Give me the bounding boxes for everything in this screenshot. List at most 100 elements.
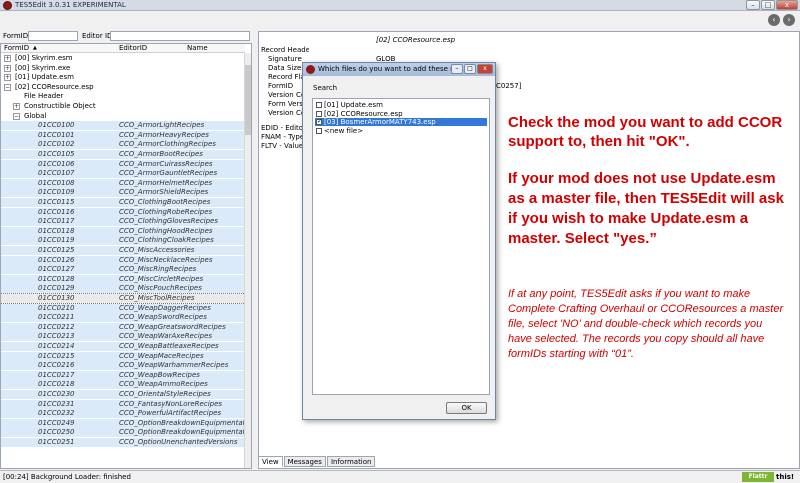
record-row[interactable]: 01CC0217 CCO_WeapBowRecipes: [1, 370, 245, 380]
dialog-window-controls: – □ x: [451, 64, 493, 74]
maximize-button[interactable]: □: [761, 0, 775, 10]
record-formid: 01CC0212: [38, 322, 75, 331]
record-row[interactable]: 01CC0126 CCO_MiscNecklaceRecipes: [1, 255, 245, 265]
tree-node[interactable]: − [02] CCOResource.esp: [1, 83, 245, 92]
tree-expander-icon[interactable]: +: [13, 103, 20, 110]
record-row[interactable]: 01CC0212 CCO_WeapGreatswordRecipes: [1, 322, 245, 332]
record-row[interactable]: 01CC0251 CCO_OptionUnenchantedVersions: [1, 438, 245, 447]
tree-expander-icon[interactable]: −: [4, 83, 11, 91]
record-row[interactable]: 01CC0211 CCO_WeapSwordRecipes: [1, 313, 245, 323]
record-view-file-header: [02] CCOResource.esp: [376, 36, 456, 44]
record-row[interactable]: 01CC0100 CCO_ArmorLightRecipes: [1, 121, 245, 131]
tree-scrollbar[interactable]: [244, 53, 251, 468]
dialog-title: Which files do you want to add these re.…: [318, 65, 464, 73]
record-row[interactable]: 01CC0108 CCO_ArmorHelmetRecipes: [1, 178, 245, 188]
record-row[interactable]: 01CC0213 CCO_WeapWarAxeRecipes: [1, 332, 245, 342]
record-formid: 01CC0217: [38, 370, 75, 379]
title-bar: TES5Edit 3.0.31 EXPERIMENTAL – □ x: [0, 0, 800, 11]
record-editorid: CCO_WeapWarAxeRecipes: [119, 332, 213, 341]
record-row[interactable]: 01CC0218 CCO_WeapAmmoRecipes: [1, 380, 245, 390]
record-row[interactable]: 01CC0249 CCO_OptionBreakdownEquipmentatTa…: [1, 418, 251, 428]
formid-filter-input[interactable]: [28, 31, 78, 41]
record-row[interactable]: 01CC0118 CCO_ClothingHoodRecipes: [1, 226, 245, 236]
record-row[interactable]: 01CC0250 CCO_OptionBreakdownEquipmentatSm…: [1, 428, 251, 438]
checkbox[interactable]: ✓: [316, 119, 322, 125]
name-column-header[interactable]: Name: [187, 44, 208, 52]
record-row[interactable]: 01CC0109 CCO_ArmorShieldRecipes: [1, 188, 245, 198]
minimize-button[interactable]: –: [746, 0, 760, 10]
file-checklist-item[interactable]: [01] Update.esm: [315, 101, 487, 109]
dialog-maximize-button[interactable]: □: [464, 64, 476, 74]
record-row[interactable]: 01CC0115 CCO_ClothingBootRecipes: [1, 198, 245, 207]
tree-node[interactable]: + Constructible Object: [1, 102, 245, 111]
record-editorid: CCO_WeapBattleaxeRecipes: [119, 342, 219, 350]
editorid-column-header[interactable]: EditorID: [119, 44, 147, 52]
record-formid: 01CC0109: [38, 188, 75, 197]
record-row[interactable]: 01CC0107 CCO_ArmorGauntletRecipes: [1, 169, 245, 179]
record-row[interactable]: 01CC0210 CCO_WeapDaggerRecipes: [1, 303, 245, 313]
record-formid: 01CC0130: [38, 294, 75, 302]
record-editorid: CCO_MiscToolRecipes: [119, 294, 195, 302]
record-row[interactable]: 01CC0214 CCO_WeapBattleaxeRecipes: [1, 342, 245, 351]
tab-messages[interactable]: Messages: [283, 456, 326, 467]
record-view-tabs: View Messages Information: [258, 456, 376, 468]
formid-column-header[interactable]: FormID: [4, 44, 29, 52]
record-row[interactable]: 01CC0230 CCO_OrientalStyleRecipes: [1, 390, 245, 399]
record-row[interactable]: 01CC0125 CCO_MiscAccessories: [1, 246, 245, 255]
status-bar: [00:24] Background Loader: finished Flat…: [0, 470, 800, 483]
tab-information[interactable]: Information: [326, 456, 376, 467]
back-icon[interactable]: ‹: [768, 14, 780, 26]
record-row[interactable]: 01CC0216 CCO_WeapWarhammerRecipes: [1, 361, 245, 371]
record-editorid: CCO_ClothingHoodRecipes: [119, 226, 213, 235]
instruction-annotation-2: If your mod does not use Update.esm as a…: [508, 170, 784, 247]
record-row[interactable]: 01CC0129 CCO_MiscPouchRecipes: [1, 284, 245, 294]
dialog-minimize-button[interactable]: –: [451, 64, 463, 74]
ok-button[interactable]: OK: [446, 402, 487, 414]
record-tree-panel: FormID ▲ EditorID Name + [00] Skyrim.esm +…: [0, 43, 252, 469]
tree-expander-icon[interactable]: +: [4, 55, 11, 62]
file-checklist-item[interactable]: <new file>: [315, 127, 487, 135]
record-formid: 01CC0100: [38, 121, 75, 130]
tree-scrollbar-thumb[interactable]: [245, 65, 251, 135]
tree-node[interactable]: File Header: [1, 92, 245, 101]
tree-node[interactable]: + [00] Skyrim.exe: [1, 64, 245, 73]
record-row[interactable]: 01CC0130 CCO_MiscToolRecipes: [1, 293, 246, 304]
record-row[interactable]: 01CC0232 CCO_PowerfulArtifactRecipes: [1, 409, 245, 419]
checkbox[interactable]: [316, 102, 322, 108]
flattr-count[interactable]: this!: [776, 473, 794, 481]
record-row[interactable]: 01CC0127 CCO_MiscRingRecipes: [1, 265, 245, 275]
close-button[interactable]: x: [776, 0, 798, 10]
checkbox[interactable]: [316, 110, 322, 117]
dialog-close-button[interactable]: x: [477, 64, 493, 74]
editorid-filter-input[interactable]: [110, 31, 250, 41]
tree-expander-icon[interactable]: +: [4, 64, 11, 72]
record-row[interactable]: 01CC0105 CCO_ArmorBootRecipes: [1, 150, 245, 159]
record-editorid: CCO_MiscAccessories: [119, 246, 195, 254]
status-text: [00:24] Background Loader: finished: [3, 473, 131, 481]
record-row[interactable]: 01CC0128 CCO_MiscCircletRecipes: [1, 274, 245, 284]
record-row[interactable]: 01CC0106 CCO_ArmorCuirassRecipes: [1, 159, 245, 169]
record-formid: 01CC0118: [38, 226, 75, 235]
record-row[interactable]: 01CC0117 CCO_ClothingGlovesRecipes: [1, 217, 245, 227]
tree-expander-icon[interactable]: +: [4, 74, 11, 82]
checkbox[interactable]: [316, 127, 322, 134]
file-checklist-item[interactable]: [02] CCOResource.esp: [315, 110, 487, 118]
tab-view[interactable]: View: [258, 456, 283, 467]
record-row[interactable]: 01CC0119 CCO_ClothingCloakRecipes: [1, 236, 245, 246]
record-editorid: CCO_MiscPouchRecipes: [119, 284, 202, 293]
forward-icon[interactable]: ›: [783, 14, 795, 26]
file-checklist-item[interactable]: ✓ [03] BosmerArmorMATY743.esp: [315, 118, 487, 126]
record-row[interactable]: 01CC0101 CCO_ArmorHeavyRecipes: [1, 130, 245, 140]
record-row[interactable]: 01CC0116 CCO_ClothingRobeRecipes: [1, 207, 245, 217]
tree-expander-icon[interactable]: −: [13, 112, 20, 120]
record-formid: 01CC0215: [38, 351, 75, 360]
record-row[interactable]: 01CC0215 CCO_WeapMaceRecipes: [1, 351, 245, 361]
record-row[interactable]: 01CC0231 CCO_FantasyNonLoreRecipes: [1, 399, 245, 409]
tree-node[interactable]: − Global: [1, 112, 245, 121]
flattr-button[interactable]: Flattr: [742, 472, 774, 482]
tree-node[interactable]: + [01] Update.esm: [1, 73, 245, 82]
record-editorid: CCO_MiscRingRecipes: [119, 265, 197, 274]
file-checklist-label: [03] BosmerArmorMATY743.esp: [324, 118, 436, 126]
record-row[interactable]: 01CC0102 CCO_ArmorClothingRecipes: [1, 140, 245, 150]
tree-node[interactable]: + [00] Skyrim.esm: [1, 54, 245, 63]
